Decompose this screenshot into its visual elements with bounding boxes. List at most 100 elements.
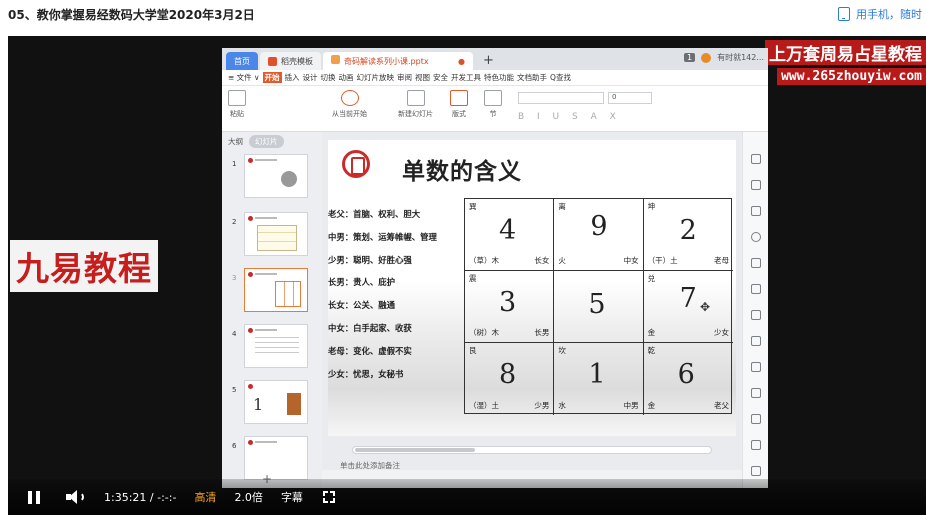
paste-icon bbox=[228, 90, 246, 106]
thumbnail: 1 bbox=[244, 380, 308, 424]
fullscreen-icon[interactable] bbox=[322, 491, 335, 503]
location-icon[interactable] bbox=[751, 232, 761, 242]
menu-special[interactable]: 特色功能 bbox=[484, 72, 514, 83]
play-icon bbox=[340, 90, 359, 106]
role-item: 少女：忧思，女秘书 bbox=[328, 368, 404, 379]
font-size-field[interactable]: 0 bbox=[608, 92, 652, 104]
layout-button[interactable]: 版式 bbox=[450, 90, 468, 119]
avatar[interactable] bbox=[701, 52, 712, 63]
star-icon[interactable] bbox=[751, 154, 761, 164]
sidebar-tabs: 大纲 幻灯片 bbox=[222, 132, 322, 150]
new-slide-button[interactable]: 新建幻灯片 bbox=[398, 90, 433, 119]
slide-thumbnails-panel: 大纲 幻灯片 1 2 3 4 5 1 6 bbox=[222, 132, 322, 488]
chart-icon[interactable] bbox=[751, 336, 761, 346]
format-icons: B I U S A X bbox=[518, 112, 621, 122]
mobile-link-label: 用手机，随时 bbox=[856, 8, 922, 21]
tab-document[interactable]: 奇码解读系列小课.pptx ● bbox=[323, 52, 473, 70]
grid-cell-zhen: 震 3 （树）木 长男 bbox=[465, 271, 555, 343]
role-item: 少男：聪明、好胜心强 bbox=[328, 254, 412, 265]
pause-button[interactable] bbox=[28, 490, 40, 504]
grid-cell-kun: 坤 2 （干）土 老母 bbox=[643, 199, 733, 271]
slide-thumb-2[interactable]: 2 bbox=[222, 212, 322, 260]
ppt-icon bbox=[331, 55, 340, 64]
layout-icon bbox=[450, 90, 468, 106]
slide-thumb-4[interactable]: 4 bbox=[222, 324, 322, 372]
thumbnail bbox=[244, 436, 308, 480]
time-display: 1:35:21 / -:-:- bbox=[104, 490, 177, 504]
speed-button[interactable]: 2.0倍 bbox=[234, 489, 263, 505]
slide[interactable]: 单数的含义 老父：首脑、权利、胆大 中男：策划、运筹帷幄、管理 少男：聪明、好胜… bbox=[328, 140, 736, 436]
table-icon[interactable] bbox=[751, 284, 761, 294]
volume-icon[interactable] bbox=[66, 490, 84, 504]
copy-icon[interactable] bbox=[751, 180, 761, 190]
phone-icon bbox=[838, 7, 850, 21]
menu-slideshow[interactable]: 幻灯片放映 bbox=[357, 72, 395, 83]
menu-search[interactable]: Q查找 bbox=[550, 72, 571, 83]
menu-home[interactable]: 开始 bbox=[262, 72, 282, 83]
clipboard-icon[interactable] bbox=[751, 388, 761, 398]
player-controls: 1:35:21 / -:-:- 高清 2.0倍 字幕 bbox=[8, 479, 926, 515]
grid-cell-xun: 巽 4 （草）木 长女 bbox=[465, 199, 555, 271]
role-list: 老父：首脑、权利、胆大 中男：策划、运筹帷幄、管理 少男：聪明、好胜心强 长男：… bbox=[328, 208, 468, 390]
grid-cell-qian: 乾 6 金 老父 bbox=[647, 346, 729, 410]
new-slide-icon bbox=[406, 90, 425, 106]
slide-thumb-1[interactable]: 1 bbox=[222, 154, 322, 202]
animation-icon[interactable] bbox=[751, 258, 761, 268]
window-right-info: 1 有时就142... bbox=[684, 52, 764, 63]
play-from-current-button[interactable]: 从当前开始 bbox=[332, 90, 367, 119]
tab-slides[interactable]: 幻灯片 bbox=[249, 134, 284, 148]
list-icon[interactable] bbox=[751, 362, 761, 372]
luoshu-grid: 巽 4 （草）木 长女 离 9 火 中女 坤 2 （干）土 老母 震 3 （树）… bbox=[464, 198, 733, 415]
workspace-icon[interactable]: 1 bbox=[684, 53, 696, 62]
audio-icon[interactable] bbox=[751, 466, 761, 476]
menu-assistant[interactable]: 文档助手 bbox=[517, 72, 547, 83]
section-icon bbox=[484, 90, 502, 106]
mobile-link[interactable]: 用手机，随时 bbox=[838, 6, 922, 22]
quality-button[interactable]: 高清 bbox=[194, 489, 216, 505]
slide-thumb-3[interactable]: 3 bbox=[222, 268, 322, 316]
thumbnail bbox=[244, 324, 308, 368]
menu-transition[interactable]: 切换 bbox=[321, 72, 336, 83]
grid-cell-li: 离 9 火 中女 bbox=[554, 199, 644, 271]
menu-design[interactable]: 设计 bbox=[303, 72, 318, 83]
menu-review[interactable]: 审阅 bbox=[397, 72, 412, 83]
font-controls: 0 bbox=[518, 92, 652, 104]
watermark-left: 九易教程 bbox=[10, 240, 158, 292]
menu-devtools[interactable]: 开发工具 bbox=[451, 72, 481, 83]
edit-icon[interactable] bbox=[751, 414, 761, 424]
role-item: 中女：白手起家、收获 bbox=[328, 322, 412, 333]
tab-outline[interactable]: 大纲 bbox=[228, 136, 243, 147]
right-toolbar bbox=[742, 132, 768, 488]
paste-button[interactable]: 粘贴 bbox=[228, 90, 246, 119]
shape-icon[interactable] bbox=[751, 206, 761, 216]
page-title: 05、教你掌握易经数码大学堂2020年3月2日 bbox=[8, 8, 255, 22]
watermark-right-url: www.265zhouyiw.com bbox=[777, 68, 926, 85]
menu-view[interactable]: 视图 bbox=[415, 72, 430, 83]
menu-security[interactable]: 安全 bbox=[433, 72, 448, 83]
horizontal-scrollbar[interactable] bbox=[352, 446, 712, 454]
slide-title: 单数的含义 bbox=[402, 158, 522, 185]
screen: 05、教你掌握易经数码大学堂2020年3月2日 用手机，随时 九易教程 上万套周… bbox=[0, 0, 926, 515]
slide-thumb-5[interactable]: 5 1 bbox=[222, 380, 322, 428]
section-button[interactable]: 节 bbox=[484, 90, 502, 119]
wps-tab-bar: 首页 稻壳模板 奇码解读系列小课.pptx ● + 1 有时就142... bbox=[222, 48, 768, 70]
grid-icon[interactable] bbox=[751, 310, 761, 320]
notes-placeholder[interactable]: 单击此处添加备注 bbox=[340, 460, 400, 471]
notes-area: 单击此处添加备注 bbox=[322, 436, 742, 470]
wps-window: 首页 稻壳模板 奇码解读系列小课.pptx ● + 1 有时就142... ≡ 文… bbox=[222, 48, 768, 488]
subtitle-button[interactable]: 字幕 bbox=[281, 489, 303, 505]
video-player[interactable]: 九易教程 上万套周易占星教程 www.265zhouyiw.com 首页 稻壳模… bbox=[8, 36, 926, 515]
new-tab-icon[interactable]: + bbox=[483, 53, 494, 68]
mouse-cursor-icon: ✥ bbox=[700, 300, 711, 314]
grid-cell-kan: 坎 1 水 中男 bbox=[554, 343, 644, 415]
grid-cell-gen: 艮 8 （湿）土 少男 bbox=[465, 343, 555, 415]
menu-insert[interactable]: 插入 bbox=[285, 72, 300, 83]
menu-file[interactable]: ≡ 文件 ∨ bbox=[228, 72, 260, 83]
image-icon[interactable] bbox=[751, 440, 761, 450]
grid-cell-dui: 兑 7 金 少女 bbox=[643, 271, 733, 343]
tab-home[interactable]: 首页 bbox=[226, 52, 258, 70]
tab-templates[interactable]: 稻壳模板 bbox=[260, 52, 321, 70]
font-name-field[interactable] bbox=[518, 92, 604, 104]
thumbnail bbox=[244, 212, 308, 256]
menu-animation[interactable]: 动画 bbox=[339, 72, 354, 83]
